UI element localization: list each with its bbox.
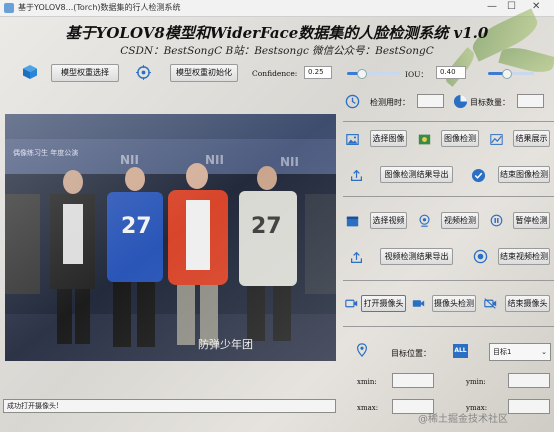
export-image-result-button[interactable]: 图像检测结果导出 [380, 166, 453, 183]
detect-video-button[interactable]: 视频检测 [441, 212, 479, 229]
target-position-label: 目标位置： [391, 349, 431, 358]
select-video-button[interactable]: 选择视频 [370, 212, 407, 229]
page-subtitle: CSDN：BestSongC B站：Bestsongc 微信公众号：BestSo… [120, 45, 434, 57]
xmax-label: xmax: [357, 404, 379, 412]
divider [343, 280, 554, 281]
jersey-number: 27 [251, 214, 282, 239]
confidence-label: Confidence: [252, 69, 298, 78]
image-detect-icon [418, 134, 431, 145]
ymin-label: ymin: [466, 378, 486, 386]
xmin-field [392, 373, 434, 388]
close-button[interactable]: ✕ [532, 1, 540, 12]
count-label: 目标数量： [470, 98, 510, 107]
watermark: @稀土掘金技术社区 [418, 414, 508, 425]
cube-icon [23, 65, 37, 79]
jersey-number: 27 [121, 214, 152, 239]
target-select[interactable]: 目标1 ⌄ [489, 343, 551, 361]
camera-detect-icon [412, 300, 425, 307]
ymin-field [508, 373, 550, 388]
page-title: 基于YOLOV8模型和WiderFace数据集的人脸检测系统 v1.0 [65, 24, 489, 42]
webcam-icon [419, 214, 430, 227]
video-camera-icon [345, 299, 358, 308]
camera-off-icon [484, 298, 497, 309]
iou-slider[interactable] [488, 69, 534, 79]
clock-icon [345, 94, 360, 109]
confidence-slider-handle[interactable] [356, 69, 367, 79]
location-icon [357, 343, 367, 357]
app-icon [4, 3, 14, 13]
divider [343, 196, 554, 197]
init-weights-button[interactable]: 模型权重初始化 [170, 64, 238, 82]
all-icon: ALL [453, 344, 468, 358]
minimize-button[interactable]: — [487, 1, 497, 12]
video-file-icon [346, 216, 359, 227]
select-weights-button[interactable]: 模型权重选择 [51, 64, 119, 82]
check-circle-icon [471, 168, 486, 183]
video-display: NII NII NII 偶像练习生 年度公演 27 27 防弹少年团 [5, 114, 336, 361]
target-select-value: 目标1 [493, 348, 512, 356]
confidence-spinbox[interactable]: 0.25 [304, 66, 332, 79]
status-bar: 成功打开摄像头! [3, 399, 336, 413]
pause-detect-button[interactable]: 暂停检测 [513, 212, 550, 229]
chart-icon [490, 134, 503, 145]
window-title: 基于YOLOV8...(Torch)数据集的行人检测系统 [18, 3, 181, 12]
xmin-label: xmin: [357, 378, 377, 386]
image-icon [346, 134, 359, 145]
target-icon [136, 65, 151, 80]
show-result-button[interactable]: 结果展示 [513, 130, 550, 147]
confidence-slider[interactable] [347, 69, 401, 79]
select-image-button[interactable]: 选择图像 [370, 130, 407, 147]
divider [343, 326, 554, 327]
end-video-detect-button[interactable]: 结束视频检测 [498, 248, 550, 265]
export-video-result-button[interactable]: 视频检测结果导出 [380, 248, 453, 265]
export-icon [351, 169, 362, 181]
end-image-detect-button[interactable]: 结束图像检测 [498, 166, 550, 183]
video-caption: 防弹少年团 [198, 338, 253, 351]
close-camera-button[interactable]: 结束摄像头 [505, 295, 550, 312]
time-label: 检测用时： [370, 98, 410, 107]
stop-circle-icon [473, 249, 488, 264]
maximize-button[interactable]: ☐ [507, 1, 516, 12]
chevron-down-icon: ⌄ [541, 348, 547, 356]
window-titlebar: 基于YOLOV8...(Torch)数据集的行人检测系统 — ☐ ✕ [0, 0, 554, 17]
iou-label: IOU： [405, 70, 428, 79]
export-icon [351, 251, 362, 263]
count-field [517, 94, 544, 108]
camera-detect-button[interactable]: 摄像头检测 [432, 295, 476, 312]
iou-slider-handle[interactable] [502, 69, 513, 79]
pie-chart-icon [453, 94, 468, 109]
detect-image-button[interactable]: 图像检测 [441, 130, 479, 147]
ymax-field [508, 399, 550, 414]
time-field [417, 94, 444, 108]
pause-icon [490, 214, 503, 227]
open-camera-button[interactable]: 打开摄像头 [361, 295, 406, 312]
iou-spinbox[interactable]: 0.40 [436, 66, 466, 79]
video-banner-text: 偶像练习生 年度公演 [13, 149, 79, 157]
divider [343, 121, 554, 122]
